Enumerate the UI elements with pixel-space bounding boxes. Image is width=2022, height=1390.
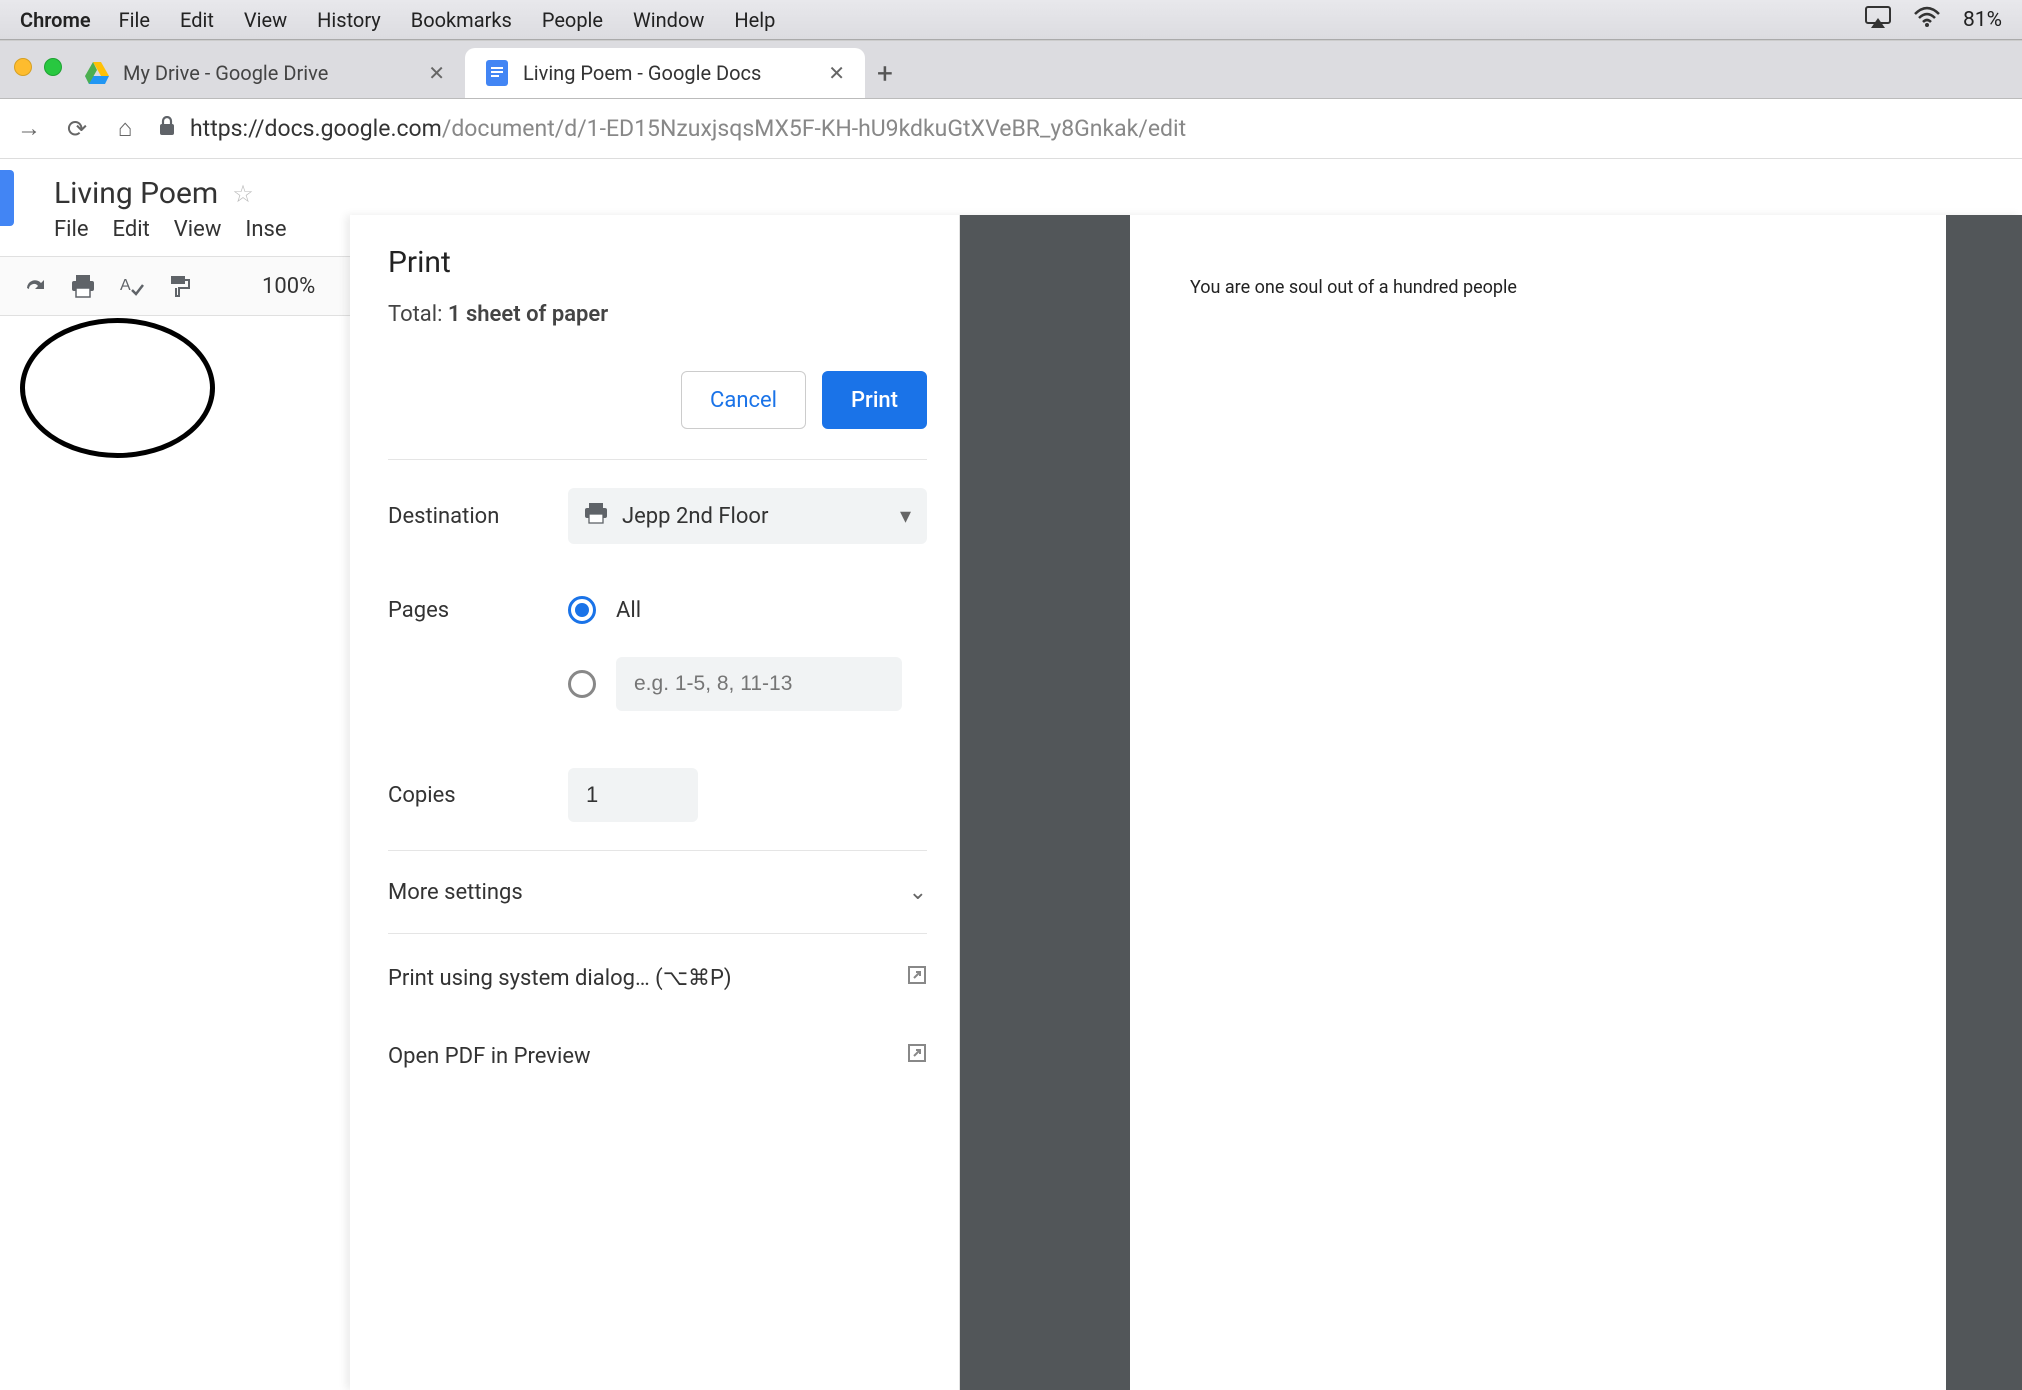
macos-menu-bookmarks[interactable]: Bookmarks [411, 8, 512, 32]
print-sidebar: Print Total: 1 sheet of paper Cancel Pri… [350, 215, 960, 1390]
macos-app-name[interactable]: Chrome [20, 8, 91, 32]
address-bar: → ⟳ ⌂ https://docs.google.com/document/d… [0, 99, 2022, 159]
tab-drive[interactable]: My Drive - Google Drive ✕ [65, 48, 465, 98]
chevron-down-icon: ⌄ [909, 880, 927, 905]
macos-menu-window[interactable]: Window [633, 8, 704, 32]
redo-icon[interactable] [20, 271, 50, 301]
docs-menu-bar: File Edit View Inse [0, 215, 350, 256]
tab-strip: My Drive - Google Drive ✕ Living Poem - … [0, 41, 2022, 99]
star-icon[interactable]: ☆ [232, 180, 254, 208]
cancel-button[interactable]: Cancel [681, 371, 806, 429]
annotation-circle [20, 318, 215, 458]
printer-icon [584, 502, 608, 530]
pages-custom-radio[interactable] [568, 670, 596, 698]
tab-title: Living Poem - Google Docs [523, 61, 761, 85]
battery-percent: 81% [1963, 8, 2002, 32]
macos-menu-people[interactable]: People [542, 8, 603, 32]
reload-icon[interactable]: ⟳ [62, 115, 92, 143]
destination-value: Jepp 2nd Floor [622, 504, 768, 529]
print-preview-area[interactable]: You are one soul out of a hundred people [960, 215, 2022, 1390]
docs-favicon-icon [485, 61, 509, 85]
macos-menu-help[interactable]: Help [734, 8, 775, 32]
docs-toolbar: A 100% [0, 256, 350, 316]
copies-input[interactable] [568, 768, 698, 822]
paint-format-icon[interactable] [164, 271, 194, 301]
docs-app: Living Poem ☆ File Edit View Inse A 100% [0, 160, 350, 316]
spellcheck-icon[interactable]: A [116, 271, 146, 301]
doc-title[interactable]: Living Poem [54, 176, 218, 211]
docs-menu-edit[interactable]: Edit [113, 217, 150, 242]
preview-text: You are one soul out of a hundred people [1190, 277, 1886, 298]
docs-menu-insert[interactable]: Inse [245, 217, 286, 242]
print-dialog: Print Total: 1 sheet of paper Cancel Pri… [350, 215, 2022, 1390]
chrome-window: My Drive - Google Drive ✕ Living Poem - … [0, 40, 2022, 159]
macos-menu-file[interactable]: File [119, 8, 150, 32]
macos-menu-history[interactable]: History [317, 8, 381, 32]
pages-custom-input[interactable] [616, 657, 902, 711]
drive-favicon-icon [85, 61, 109, 85]
macos-menu-view[interactable]: View [244, 8, 287, 32]
external-link-icon [907, 965, 927, 991]
window-traffic-lights[interactable] [14, 58, 62, 76]
system-dialog-link[interactable]: Print using system dialog… (⌥⌘P) [388, 934, 927, 1022]
docs-logo-icon[interactable] [0, 170, 14, 226]
docs-menu-file[interactable]: File [54, 217, 89, 242]
pages-all-label: All [616, 598, 641, 623]
forward-icon[interactable]: → [14, 114, 44, 143]
zoom-level[interactable]: 100% [262, 274, 315, 299]
new-tab-button[interactable]: + [865, 48, 905, 98]
lock-icon [158, 115, 176, 142]
copies-label: Copies [388, 783, 548, 808]
destination-label: Destination [388, 504, 548, 529]
macos-menu-edit[interactable]: Edit [180, 8, 214, 32]
print-title: Print [388, 245, 927, 280]
tab-title: My Drive - Google Drive [123, 61, 328, 85]
tab-docs[interactable]: Living Poem - Google Docs ✕ [465, 48, 865, 98]
close-icon[interactable]: ✕ [828, 61, 845, 85]
print-button[interactable]: Print [822, 371, 927, 429]
close-icon[interactable]: ✕ [428, 61, 445, 85]
pages-all-radio[interactable] [568, 596, 596, 624]
external-link-icon [907, 1043, 927, 1069]
wifi-icon[interactable] [1913, 6, 1941, 33]
print-icon[interactable] [68, 271, 98, 301]
airplay-icon[interactable] [1865, 6, 1891, 33]
open-pdf-link[interactable]: Open PDF in Preview [388, 1012, 927, 1100]
destination-select[interactable]: Jepp 2nd Floor ▾ [568, 488, 927, 544]
more-settings-toggle[interactable]: More settings ⌄ [388, 850, 927, 934]
chevron-down-icon: ▾ [900, 504, 911, 529]
url-field[interactable]: https://docs.google.com/document/d/1-ED1… [158, 115, 2008, 142]
print-total: Total: 1 sheet of paper [388, 302, 927, 327]
preview-page: You are one soul out of a hundred people [1130, 215, 1946, 1390]
url-path: /document/d/1-ED15NzuxjsqsMX5F-KH-hU9kdk… [442, 115, 1186, 142]
home-icon[interactable]: ⌂ [110, 114, 140, 143]
macos-menubar: Chrome File Edit View History Bookmarks … [0, 0, 2022, 40]
url-host: https://docs.google.com [190, 115, 442, 142]
docs-menu-view[interactable]: View [174, 217, 222, 242]
svg-text:A: A [120, 277, 131, 294]
pages-label: Pages [388, 598, 548, 623]
